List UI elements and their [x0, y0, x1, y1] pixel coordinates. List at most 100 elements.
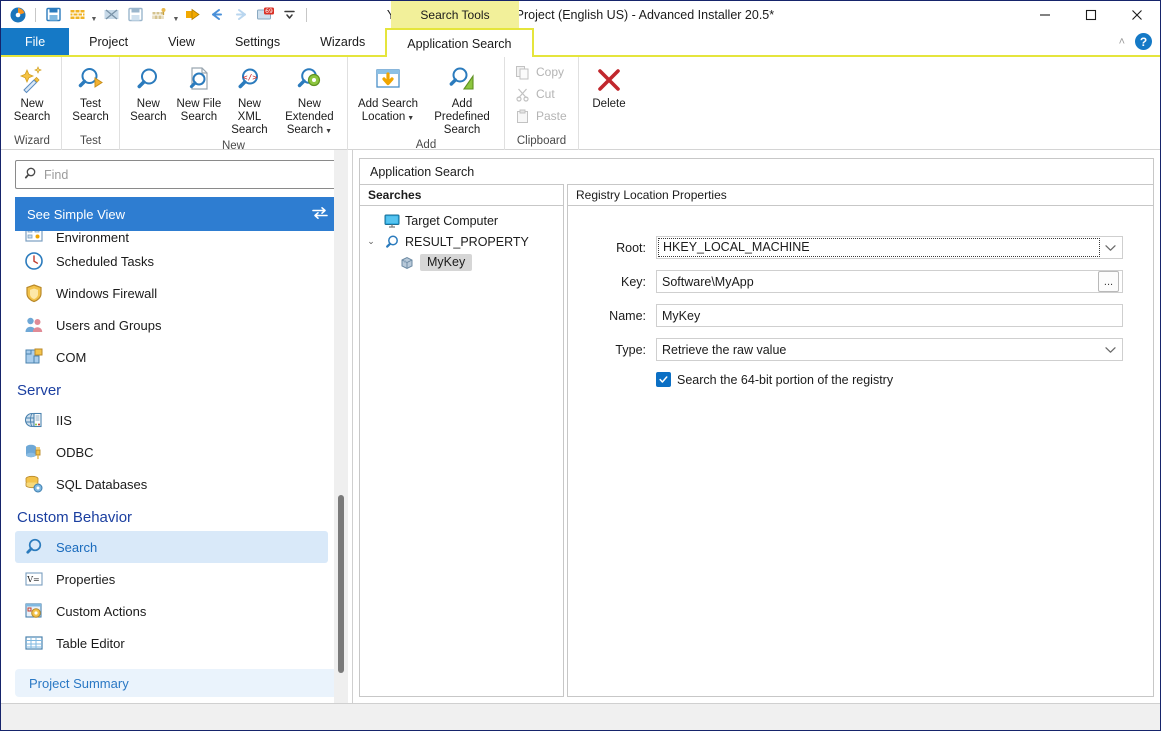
properties-icon: V=: [23, 568, 45, 590]
new-extended-search-caret-icon[interactable]: ▼: [325, 128, 332, 135]
application-window: ▼ ▼ 69 Your Application - New Project (E…: [0, 0, 1161, 731]
monitor-icon: [383, 212, 400, 229]
ribbon-group-clipboard: Copy Cut Paste Clipboard: [504, 57, 578, 150]
help-icon[interactable]: ?: [1135, 33, 1152, 50]
tree-item-target-computer[interactable]: Target Computer: [360, 210, 563, 231]
key-input[interactable]: Software\MyApp ...: [656, 270, 1123, 293]
minimize-button[interactable]: [1022, 1, 1068, 28]
swap-arrows-icon: [312, 206, 328, 223]
key-label: Key:: [620, 274, 646, 289]
main-body: Find See Simple View Environment Schedul…: [1, 150, 1160, 703]
gear-magnifier-icon: [294, 63, 324, 97]
copy-button[interactable]: Copy: [508, 61, 570, 83]
tree-item-mykey[interactable]: MyKey: [360, 252, 563, 273]
forward-icon[interactable]: [230, 4, 252, 26]
collapse-ribbon-icon[interactable]: ˄: [1119, 36, 1125, 48]
project-summary-link[interactable]: Project Summary: [15, 669, 340, 697]
sidebar-item-label-scheduled-tasks: Scheduled Tasks: [56, 253, 155, 269]
sidebar-scrollbar-thumb[interactable]: [338, 495, 344, 673]
tab-view[interactable]: View: [148, 28, 215, 55]
key-browse-button[interactable]: ...: [1098, 271, 1119, 292]
sidebar-header-custom-behavior: Custom Behavior: [17, 509, 133, 526]
magnifier-icon: [133, 63, 163, 97]
add-search-location-button[interactable]: Add Search Location ▼: [351, 60, 425, 125]
odbc-icon: [23, 441, 45, 463]
scissors-icon: [514, 86, 531, 103]
sidebar-item-label-table-editor: Table Editor: [56, 635, 125, 651]
sidebar-item-scheduled-tasks[interactable]: Scheduled Tasks: [15, 245, 328, 277]
sidebar-item-label-sql-databases: SQL Databases: [56, 476, 148, 492]
title-bar: ▼ ▼ 69 Your Application - New Project (E…: [1, 1, 1160, 28]
chevron-down-icon[interactable]: [1100, 237, 1120, 258]
sidebar-item-iis[interactable]: IIS: [15, 404, 328, 436]
tab-file[interactable]: File: [1, 28, 70, 55]
new-file-search-label: New File Search: [176, 98, 222, 123]
customize-qat-icon[interactable]: [278, 4, 300, 26]
see-simple-view-button[interactable]: See Simple View: [15, 197, 340, 231]
save-project-icon[interactable]: [42, 4, 64, 26]
build-caret-icon[interactable]: ▼: [90, 1, 98, 29]
search-64bit-label: Search the 64-bit portion of the registr…: [677, 372, 894, 387]
qat-separator-2: [306, 7, 307, 22]
maximize-button[interactable]: [1068, 1, 1114, 28]
rebuild-icon[interactable]: [100, 4, 122, 26]
tree-item-result-property[interactable]: ⌄ RESULT_PROPERTY: [360, 231, 563, 252]
close-button[interactable]: [1114, 1, 1160, 28]
new-xml-search-button[interactable]: </> New XML Search: [224, 60, 275, 137]
sidebar-item-com[interactable]: COM: [15, 341, 328, 373]
chevron-down-icon[interactable]: [1100, 339, 1120, 360]
red-x-icon: [594, 63, 624, 97]
search-64bit-checkbox[interactable]: [656, 372, 671, 387]
sidebar-scrollbar[interactable]: [334, 150, 348, 703]
notifications-icon[interactable]: 69: [254, 4, 276, 26]
name-label: Name:: [609, 308, 646, 323]
content-header: Application Search: [359, 158, 1154, 184]
magnifier-play-icon: [75, 63, 107, 97]
new-search-button[interactable]: New Search: [123, 60, 174, 124]
tab-application-search[interactable]: Application Search: [385, 28, 534, 57]
new-extended-search-button[interactable]: New Extended Search ▼: [275, 60, 344, 138]
add-predefined-search-button[interactable]: Add Predefined Search: [425, 60, 499, 137]
delete-label: Delete: [592, 98, 626, 110]
save-as-icon[interactable]: [124, 4, 146, 26]
test-search-label: Test Search: [72, 98, 109, 123]
contextual-tab-group-search-tools: Search Tools: [391, 1, 519, 28]
run-icon[interactable]: [182, 4, 204, 26]
build-run-caret-icon[interactable]: ▼: [172, 1, 180, 29]
name-input[interactable]: MyKey: [656, 304, 1123, 327]
sidebar-item-windows-firewall[interactable]: Windows Firewall: [15, 277, 328, 309]
tree-twisty-result-property[interactable]: ⌄: [364, 236, 378, 247]
test-search-button[interactable]: Test Search: [65, 60, 116, 124]
new-search-wizard-button[interactable]: New Search: [6, 60, 58, 124]
sidebar-item-search[interactable]: Search: [15, 531, 328, 563]
sidebar-item-sql-databases[interactable]: SQL Databases: [15, 468, 328, 500]
sidebar-item-label-search: Search: [56, 539, 98, 555]
delete-button[interactable]: Delete: [582, 60, 636, 111]
add-search-location-caret-icon[interactable]: ▼: [407, 115, 414, 122]
root-combobox[interactable]: HKEY_LOCAL_MACHINE: [656, 236, 1123, 259]
sidebar-item-odbc[interactable]: ODBC: [15, 436, 328, 468]
type-label: Type:: [615, 342, 646, 357]
build-icon[interactable]: [66, 4, 88, 26]
tab-wizards[interactable]: Wizards: [300, 28, 385, 55]
add-search-location-label: Add Search Location ▼: [357, 98, 419, 123]
sidebar-item-custom-actions[interactable]: Custom Actions: [15, 595, 328, 627]
tab-project[interactable]: Project: [69, 28, 148, 55]
sidebar-item-properties[interactable]: V= Properties: [15, 563, 328, 595]
sidebar-item-users-and-groups[interactable]: Users and Groups: [15, 309, 328, 341]
build-run-icon[interactable]: [148, 4, 170, 26]
paste-button[interactable]: Paste: [508, 105, 573, 127]
tab-settings[interactable]: Settings: [215, 28, 300, 55]
see-simple-view-label: See Simple View: [27, 206, 126, 222]
sidebar-item-table-editor[interactable]: Table Editor: [15, 627, 328, 659]
app-logo-icon[interactable]: [7, 4, 29, 26]
back-icon[interactable]: [206, 4, 228, 26]
form-row-name: Name: MyKey: [598, 304, 1123, 327]
cut-button[interactable]: Cut: [508, 83, 561, 105]
search-64bit-checkbox-row[interactable]: Search the 64-bit portion of the registr…: [598, 372, 1123, 387]
type-combobox[interactable]: Retrieve the raw value: [656, 338, 1123, 361]
sidebar-item-environment[interactable]: Environment: [15, 231, 328, 245]
new-file-search-button[interactable]: New File Search: [174, 60, 225, 124]
copy-label: Copy: [536, 65, 565, 79]
search-input[interactable]: Find: [15, 160, 340, 189]
